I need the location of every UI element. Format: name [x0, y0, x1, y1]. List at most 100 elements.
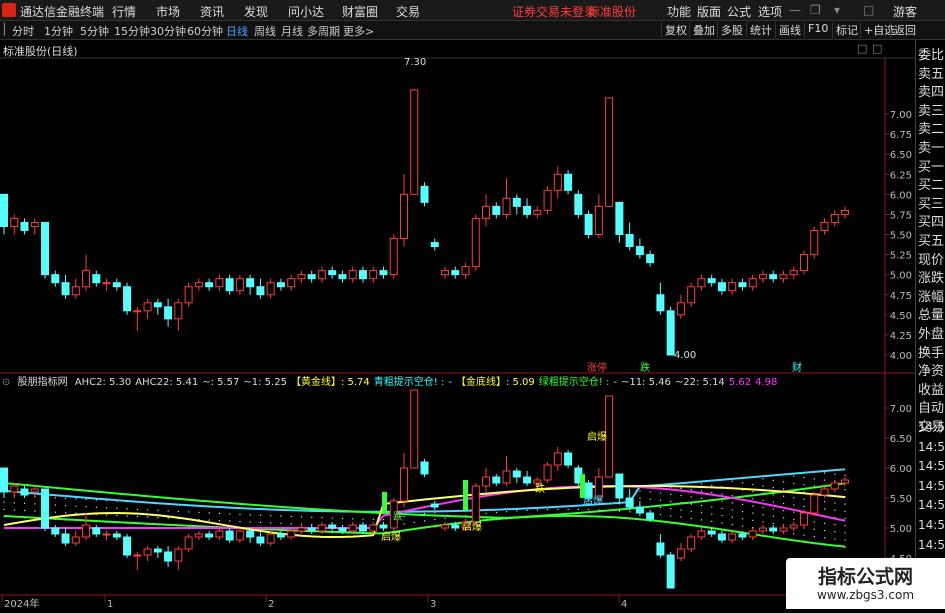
ind-candle-body-69: [707, 530, 716, 535]
panel-max-icon[interactable]: □: [872, 42, 882, 55]
event-die[interactable]: 跌: [640, 359, 650, 374]
ind-candle-body-22: [225, 530, 234, 541]
main-candle-body-60: [615, 201, 624, 236]
ind-candle-body-61: [625, 497, 634, 508]
menu-item-jiaoyi[interactable]: 交易: [396, 3, 420, 20]
event-cai[interactable]: 财: [792, 359, 802, 374]
main-candle-body-79: [810, 229, 819, 256]
btn-huaxian[interactable]: 画线: [775, 22, 804, 38]
band-dot: [711, 513, 713, 515]
btn-f10[interactable]: F10: [804, 22, 831, 38]
band-dot: [188, 511, 190, 513]
menu-item-caifuquan[interactable]: 财富圈: [342, 3, 378, 20]
indicator-name[interactable]: 股朋指标网: [18, 377, 68, 388]
band-dot: [3, 501, 5, 503]
period-month[interactable]: 月线: [281, 23, 303, 39]
btn-biaoji[interactable]: 标记: [832, 22, 861, 38]
band-dot: [793, 482, 795, 484]
band-dot: [772, 501, 774, 503]
window-menu-icon[interactable]: ▾: [834, 3, 840, 17]
band-dot: [803, 484, 805, 486]
menu-item-wenxiaoda[interactable]: 问小达: [288, 3, 324, 20]
band-dot: [341, 517, 344, 520]
main-candle-body-8: [82, 270, 91, 288]
period-30min[interactable]: 30分钟: [150, 23, 186, 39]
menu-item-gongshi[interactable]: 公式: [727, 3, 751, 20]
period-more[interactable]: 更多>: [343, 23, 374, 39]
login-warning[interactable]: 证券交易未登录: [512, 3, 596, 20]
side-label-15: 外盘: [918, 327, 945, 342]
main-candle-body-81: [830, 213, 839, 223]
indicator-toggle-icon[interactable]: ⊙: [2, 377, 10, 388]
menu-item-gongneng[interactable]: 功能: [667, 3, 691, 20]
btn-fanhui[interactable]: 返回: [890, 22, 919, 38]
event-zhangting[interactable]: 涨停: [587, 359, 607, 374]
btn-fuquan[interactable]: 复权: [661, 22, 690, 38]
menu-item-shichang[interactable]: 市场: [156, 3, 180, 20]
band-dot: [95, 506, 98, 508]
menu-item-hangqing[interactable]: 行情: [112, 3, 136, 20]
kline-chart[interactable]: 7.00 6.75 6.50 6.25 6.00 5.75 5.50 5.25 5.00 4.75…: [0, 40, 915, 610]
user-label[interactable]: 游客: [893, 3, 917, 20]
period-week[interactable]: 周线: [254, 23, 276, 39]
menu-item-xuanxiang[interactable]: 选项: [758, 3, 782, 20]
band-dot: [352, 518, 354, 520]
band-dot: [844, 503, 846, 505]
maximize-icon[interactable]: □: [863, 3, 874, 17]
band-dot: [731, 516, 733, 518]
period-1min[interactable]: 1分钟: [44, 23, 73, 39]
band-dot: [803, 476, 805, 479]
ind-candle-body-29: [297, 527, 306, 532]
main-candle-body-62: [635, 246, 644, 256]
restore-icon[interactable]: ❐: [810, 3, 821, 17]
ind-candle-body-34: [348, 524, 357, 532]
btn-tongji[interactable]: 统计: [746, 22, 775, 38]
panel-close-icon[interactable]: □: [857, 42, 867, 55]
band-dot: [485, 512, 487, 515]
btn-diejia[interactable]: 叠加: [689, 22, 718, 38]
period-60min[interactable]: 60分钟: [187, 23, 223, 39]
chart-area[interactable]: 7.00 6.75 6.50 6.25 6.00 5.75 5.50 5.25 5.00 4.75…: [0, 40, 915, 610]
main-candle-body-53: [543, 189, 552, 211]
band-dot: [834, 523, 836, 526]
band-dot: [85, 506, 87, 508]
minimize-icon[interactable]: —: [789, 3, 801, 17]
ind-candle-body-16: [164, 551, 173, 562]
main-candle-body-45: [461, 266, 470, 276]
band-dot: [793, 504, 795, 506]
main-candle-body-0: [0, 193, 8, 227]
ind-candle-body-77: [789, 524, 798, 529]
period-multi[interactable]: 多周期: [307, 23, 340, 39]
signal-label-5: 启爆: [583, 494, 603, 507]
main-candle-body-27: [276, 282, 285, 288]
band-dot: [762, 499, 764, 501]
main-candle-body-40: [410, 89, 419, 195]
period-fenshi[interactable]: 分时: [12, 23, 34, 39]
band-dot: [300, 523, 303, 525]
main-candle-body-30: [307, 274, 316, 280]
band-dot: [721, 493, 723, 495]
side-label-19[interactable]: 自动: [918, 397, 944, 416]
band-dot: [218, 512, 221, 515]
menu-item-banmian[interactable]: 版面: [697, 3, 721, 20]
menu-item-faxian[interactable]: 发现: [244, 3, 268, 20]
band-dot: [762, 485, 764, 487]
band-dot: [403, 523, 405, 525]
btn-duogu[interactable]: 多股: [717, 22, 746, 38]
band-dot: [126, 515, 128, 517]
ind-candle-body-21: [215, 530, 224, 538]
menu-item-zixun[interactable]: 资讯: [200, 3, 224, 20]
ind-candle-body-41: [420, 461, 429, 475]
ind-candle-body-60: [615, 473, 624, 499]
period-5min[interactable]: 5分钟: [80, 23, 109, 39]
side-time-5: 14:56: [918, 518, 945, 532]
main-candle-body-55: [564, 173, 573, 191]
band-dot: [403, 516, 405, 518]
band-dot: [752, 519, 754, 521]
signal-bar-0: [382, 492, 387, 513]
main-candle-body-67: [687, 286, 696, 304]
period-day[interactable]: 日线: [226, 23, 248, 39]
period-15min[interactable]: 15分钟: [114, 23, 150, 39]
side-label-10: 买五: [918, 234, 945, 249]
band-dot: [126, 508, 128, 510]
